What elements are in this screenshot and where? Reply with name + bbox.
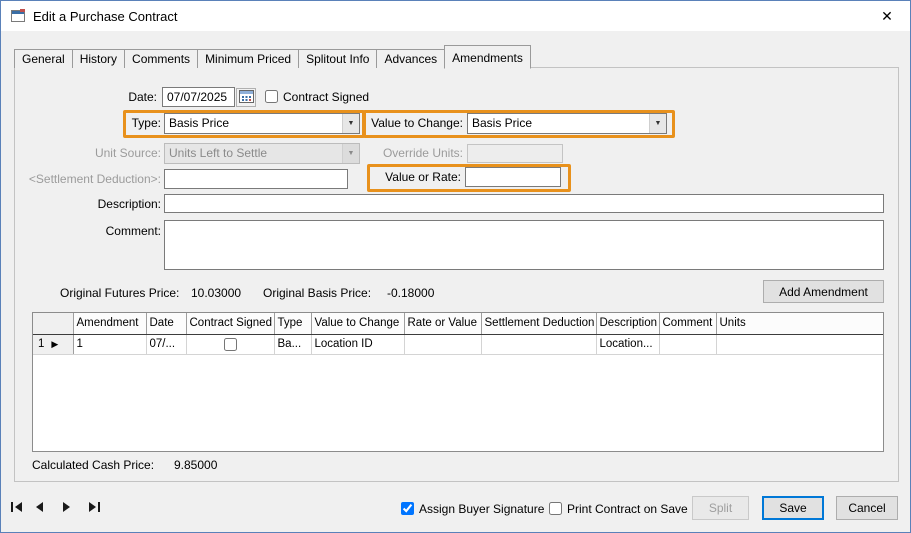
tab-strip: General History Comments Minimum Priced … <box>14 45 531 69</box>
column-header-description[interactable]: Description <box>596 313 660 335</box>
type-combobox-value: Basis Price <box>169 116 230 130</box>
add-amendment-button[interactable]: Add Amendment <box>763 280 884 303</box>
assign-buyer-signature-label: Assign Buyer Signature <box>419 502 545 516</box>
last-record-icon <box>87 500 100 515</box>
cell-comment[interactable] <box>659 334 717 355</box>
description-input[interactable] <box>164 194 884 213</box>
tab-amendments[interactable]: Amendments <box>444 45 531 69</box>
cell-rate-or-value[interactable] <box>404 334 482 355</box>
date-input[interactable] <box>162 87 235 107</box>
value-or-rate-label: Value or Rate: <box>385 170 461 184</box>
comment-textarea[interactable] <box>164 220 884 270</box>
column-header-value-to-change[interactable]: Value to Change <box>311 313 405 335</box>
cell-contract-signed[interactable] <box>186 334 275 355</box>
comment-label: Comment: <box>105 224 161 238</box>
print-contract-on-save-label: Print Contract on Save <box>567 502 688 516</box>
edit-purchase-contract-dialog: Edit a Purchase Contract ✕ General Histo… <box>0 0 911 533</box>
value-to-change-combobox-value: Basis Price <box>472 116 533 130</box>
app-icon <box>10 8 26 24</box>
calendar-icon <box>238 89 254 106</box>
cell-amendment[interactable]: 1 <box>73 334 147 355</box>
description-label: Description: <box>97 197 161 211</box>
next-record-button[interactable] <box>57 498 77 516</box>
value-to-change-label: Value to Change: <box>371 116 463 130</box>
cell-date[interactable]: 07/... <box>146 334 187 355</box>
override-units-input <box>467 144 563 163</box>
cell-value-to-change[interactable]: Location ID <box>311 334 405 355</box>
next-record-icon <box>62 500 72 515</box>
calculated-cash-price-label: Calculated Cash Price: <box>32 458 155 472</box>
first-record-button[interactable] <box>7 498 27 516</box>
cell-units[interactable] <box>716 334 883 355</box>
row-selector-icon: ▶ <box>51 338 59 349</box>
cell-type[interactable]: Ba... <box>274 334 312 355</box>
contract-signed-label: Contract Signed <box>283 90 370 104</box>
tab-splitout-info[interactable]: Splitout Info <box>298 49 378 68</box>
grid-header-row-selector <box>33 313 74 335</box>
column-header-type[interactable]: Type <box>274 313 312 335</box>
column-header-rate-or-value[interactable]: Rate or Value <box>404 313 482 335</box>
split-button: Split <box>692 496 749 520</box>
unit-source-label: Unit Source: <box>94 146 161 160</box>
original-basis-price-value: -0.18000 <box>387 286 435 300</box>
column-header-contract-signed[interactable]: Contract Signed <box>186 313 275 335</box>
override-units-label: Override Units: <box>382 146 463 160</box>
tab-history[interactable]: History <box>71 49 126 68</box>
unit-source-combobox: Units Left to Settle ▼ <box>164 143 360 164</box>
type-label: Type: <box>131 116 161 130</box>
dropdown-arrow-icon: ▼ <box>342 144 359 163</box>
grid-row-1[interactable]: 1 ▶ 1 07/... Ba... Location ID Location.… <box>33 334 883 355</box>
column-header-comment[interactable]: Comment <box>659 313 717 335</box>
type-combobox[interactable]: Basis Price ▼ <box>164 113 360 134</box>
column-header-date[interactable]: Date <box>146 313 187 335</box>
amendments-grid: Amendment Date Contract Signed Type Valu… <box>32 312 884 452</box>
cell-settlement-deduction[interactable] <box>481 334 597 355</box>
previous-record-icon <box>34 500 44 515</box>
cell-contract-signed-checkbox[interactable] <box>223 337 237 351</box>
tab-minimum-priced[interactable]: Minimum Priced <box>197 49 300 68</box>
calculated-cash-price-value: 9.85000 <box>174 458 218 472</box>
tab-general[interactable]: General <box>14 49 73 68</box>
column-header-units[interactable]: Units <box>716 313 883 335</box>
row-number: 1 <box>38 338 45 350</box>
print-contract-on-save-checkbox[interactable] <box>549 502 562 515</box>
value-to-change-combobox[interactable]: Basis Price ▼ <box>467 113 667 134</box>
date-label: Date: <box>128 90 157 104</box>
assign-buyer-signature-checkbox[interactable] <box>401 502 414 515</box>
contract-signed-checkbox[interactable] <box>265 90 278 103</box>
settlement-deduction-input[interactable] <box>164 169 348 189</box>
close-button[interactable]: ✕ <box>876 6 898 26</box>
value-or-rate-input[interactable] <box>465 167 561 187</box>
dropdown-arrow-icon: ▼ <box>649 114 666 133</box>
row-header[interactable]: 1 ▶ <box>33 334 74 355</box>
dropdown-arrow-icon: ▼ <box>342 114 359 133</box>
titlebar[interactable]: Edit a Purchase Contract ✕ <box>1 1 910 31</box>
tab-advances[interactable]: Advances <box>376 49 446 68</box>
first-record-icon <box>10 500 24 515</box>
cell-description[interactable]: Location... <box>596 334 660 355</box>
previous-record-button[interactable] <box>29 498 49 516</box>
amendments-tab-panel: Date: Contract Signed Type: Basis Price … <box>14 67 899 482</box>
unit-source-combobox-value: Units Left to Settle <box>169 146 268 160</box>
column-header-settlement-deduction[interactable]: Settlement Deduction <box>481 313 597 335</box>
last-record-button[interactable] <box>83 498 103 516</box>
original-futures-price-value: 10.03000 <box>191 286 242 300</box>
window-title: Edit a Purchase Contract <box>33 9 178 24</box>
original-basis-price-label: Original Basis Price: <box>263 286 372 300</box>
original-futures-price-label: Original Futures Price: <box>60 286 180 300</box>
calendar-button[interactable] <box>236 88 256 107</box>
settlement-deduction-label: <Settlement Deduction>: <box>28 172 161 186</box>
save-button[interactable]: Save <box>762 496 824 520</box>
tab-comments[interactable]: Comments <box>124 49 199 68</box>
column-header-amendment[interactable]: Amendment <box>73 313 147 335</box>
grid-header-row: Amendment Date Contract Signed Type Valu… <box>33 313 883 335</box>
cancel-button[interactable]: Cancel <box>836 496 898 520</box>
